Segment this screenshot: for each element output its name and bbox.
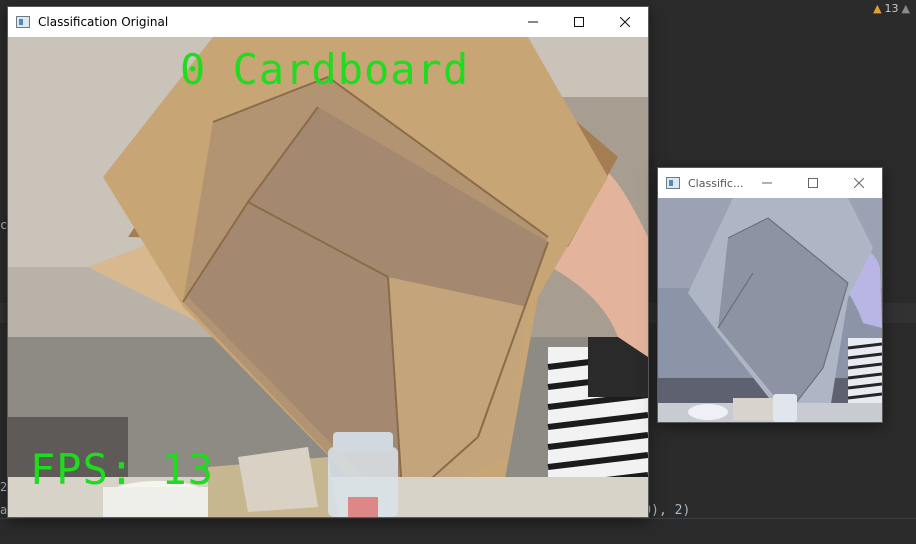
classification-processed-window[interactable]: Classific... (658, 168, 882, 422)
ide-code-fragment-left-1: c (0, 218, 8, 232)
info-icon: ▲ (901, 1, 910, 15)
ide-warnings-indicator[interactable]: ▲ 13 ▲ (867, 0, 916, 16)
classification-original-window[interactable]: Classification Original 0 Cardboard FPS:… (8, 7, 648, 517)
camera-feed-view: 0 Cardboard FPS: 13 (8, 37, 648, 517)
window-title: Classific... (688, 176, 744, 190)
minimize-icon[interactable] (744, 168, 790, 198)
window-controls (744, 168, 882, 198)
maximize-icon[interactable] (790, 168, 836, 198)
processed-frame-image (658, 198, 882, 422)
fps-counter-overlay: FPS: 13 (30, 445, 215, 494)
app-window-icon (666, 177, 680, 189)
close-icon[interactable] (602, 7, 648, 37)
window-controls (510, 7, 648, 37)
window-titlebar[interactable]: Classific... (658, 168, 882, 198)
minimize-icon[interactable] (510, 7, 556, 37)
ide-status-bar (0, 518, 916, 544)
classification-label-overlay: 0 Cardboard (180, 45, 470, 94)
ide-code-fragment-left-2: 2 (0, 480, 8, 494)
ide-code-fragment-left-3: a (0, 503, 8, 517)
close-icon[interactable] (836, 168, 882, 198)
processed-feed-view (658, 198, 882, 422)
maximize-icon[interactable] (556, 7, 602, 37)
app-window-icon (16, 16, 30, 28)
window-title: Classification Original (38, 15, 169, 29)
warning-count: 13 (884, 1, 899, 15)
warning-icon: ▲ (873, 1, 882, 15)
window-titlebar[interactable]: Classification Original (8, 7, 648, 37)
